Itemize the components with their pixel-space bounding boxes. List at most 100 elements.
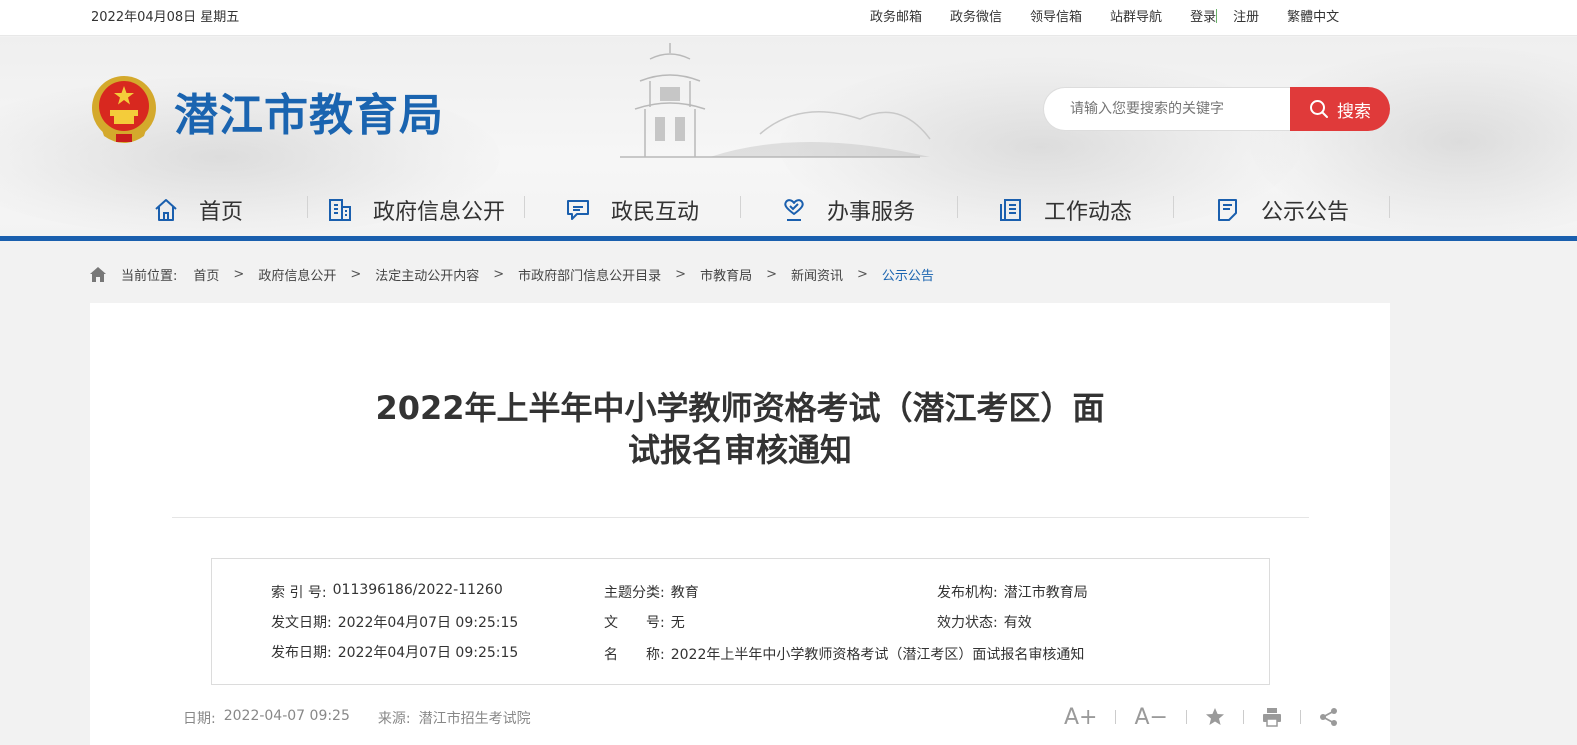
source-value: 潜江市招生考试院: [418, 711, 531, 727]
favorite-button[interactable]: [1205, 707, 1225, 727]
breadcrumb-item[interactable]: 政府信息公开: [258, 265, 336, 284]
star-icon: [1205, 708, 1224, 725]
breadcrumb-separator: >: [857, 266, 868, 282]
meta-doc-no-value: 无: [670, 615, 685, 631]
nav-divider: [307, 196, 308, 218]
meta-name-label: 名 称:: [604, 647, 665, 663]
breadcrumb-separator: >: [233, 266, 245, 282]
nav-item-notices[interactable]: 公示公告: [1215, 188, 1349, 232]
meta-issue-date: 发文日期: 2022年04月07日 09:25:15: [271, 612, 518, 632]
nav-divider: [1389, 196, 1390, 218]
printer-icon: [1262, 708, 1281, 727]
breadcrumb-item[interactable]: 首页: [193, 265, 219, 284]
date-label: 日期:: [183, 711, 216, 727]
breadcrumb-separator: >: [350, 266, 362, 282]
meta-index-label: 索 引 号:: [271, 585, 327, 601]
meta-index-value: 011396186/2022-11260: [332, 582, 503, 598]
meta-name: 名 称: 2022年上半年中小学教师资格考试（潜江考区）面试报名审核通知: [604, 644, 1084, 664]
current-date: 2022年04月08日 星期五: [91, 10, 240, 25]
search-icon: [1310, 100, 1328, 118]
article-card: 2022年上半年中小学教师资格考试（潜江考区）面试报名审核通知 索 引 号: 0…: [90, 303, 1390, 745]
meta-doc-no: 文 号: 无: [604, 612, 685, 632]
chat-icon: [567, 200, 589, 220]
breadcrumb-separator: >: [493, 266, 505, 282]
nav-divider: [740, 196, 741, 218]
date-value: 2022-04-07 09:25: [223, 708, 350, 724]
nav-item-label: 政民互动: [611, 200, 700, 225]
home-icon: [155, 199, 177, 221]
meta-pub-date-value: 2022年04月07日 09:25:15: [337, 645, 519, 661]
print-button[interactable]: [1262, 707, 1282, 727]
meta-category-label: 主题分类:: [604, 585, 665, 601]
breadcrumb-current[interactable]: 公示公告: [882, 265, 934, 284]
document-list-icon: [1000, 199, 1021, 221]
meta-pub-date: 发布日期: 2022年04月07日 09:25:15: [271, 642, 518, 662]
title-divider: [172, 517, 1309, 518]
site-group-nav-link[interactable]: 站群导航: [1110, 6, 1162, 25]
pavilion-illustration: [620, 43, 931, 158]
meta-doc-no-label: 文 号:: [604, 615, 665, 631]
home-icon[interactable]: [89, 265, 107, 283]
article-title: 2022年上半年中小学教师资格考试（潜江考区）面试报名审核通知: [375, 389, 1105, 469]
gov-mail-link[interactable]: 政务邮箱: [870, 6, 922, 25]
leader-mailbox-link[interactable]: 领导信箱: [1030, 6, 1082, 25]
nav-item-gov-info[interactable]: 政府信息公开: [327, 188, 505, 232]
breadcrumb: 当前位置: 首页 > 政府信息公开 > 法定主动公开内容 > 市政府部门信息公开…: [89, 264, 934, 284]
article-info-line: 日期: 2022-04-07 09:25 来源: 潜江市招生考试院: [183, 708, 539, 728]
heart-hand-icon: [784, 199, 804, 221]
toolbar-divider: [1115, 710, 1117, 724]
national-emblem-logo: [92, 76, 156, 143]
meta-category-value: 教育: [670, 585, 699, 601]
share-button[interactable]: [1319, 707, 1339, 727]
traditional-chinese-link[interactable]: 繁體中文: [1287, 6, 1339, 25]
meta-status-value: 有效: [1003, 615, 1032, 631]
nav-divider: [524, 196, 525, 218]
meta-issue-date-label: 发文日期:: [271, 615, 332, 631]
login-link[interactable]: 登录: [1190, 6, 1216, 25]
nav-item-services[interactable]: 办事服务: [781, 188, 915, 232]
article-meta-table: 索 引 号: 011396186/2022-11260 主题分类: 教育 发布机…: [211, 558, 1270, 685]
search-button[interactable]: 搜索: [1290, 87, 1390, 131]
register-link[interactable]: 注册: [1233, 6, 1259, 25]
top-bar: 2022年04月08日 星期五 政务邮箱 政务微信 领导信箱 站群导航 登录 注…: [0, 0, 1577, 36]
nav-item-home[interactable]: 首页: [153, 188, 243, 232]
nav-item-label: 工作动态: [1044, 200, 1133, 225]
nav-item-label: 首页: [199, 200, 244, 225]
breadcrumb-item[interactable]: 法定主动公开内容: [375, 265, 479, 284]
meta-publisher-label: 发布机构:: [937, 585, 998, 601]
nav-divider: [1173, 196, 1174, 218]
login-divider: [1216, 8, 1218, 23]
breadcrumb-item[interactable]: 市政府部门信息公开目录: [518, 265, 661, 284]
meta-pub-date-label: 发布日期:: [271, 645, 332, 661]
nav-item-label: 公示公告: [1261, 200, 1350, 225]
nav-item-interaction[interactable]: 政民互动: [565, 188, 699, 232]
meta-issue-date-value: 2022年04月07日 09:25:15: [337, 615, 519, 631]
share-icon: [1319, 708, 1337, 726]
nav-item-label: 办事服务: [827, 200, 916, 225]
search-input[interactable]: [1043, 87, 1291, 131]
breadcrumb-label: 当前位置:: [121, 268, 178, 284]
meta-publisher: 发布机构: 潜江市教育局: [937, 582, 1088, 602]
top-links: 政务邮箱 政务微信 领导信箱 站群导航 登录 注册 繁體中文: [870, 6, 1367, 25]
main-nav: 首页 政府信息公开 政民互动 办事服务 工作动态 公示公告: [0, 188, 1577, 238]
toolbar-divider: [1242, 710, 1244, 724]
meta-name-value: 2022年上半年中小学教师资格考试（潜江考区）面试报名审核通知: [670, 647, 1085, 663]
breadcrumb-separator: >: [766, 266, 777, 282]
breadcrumb-item[interactable]: 新闻资讯: [791, 265, 843, 284]
breadcrumb-item[interactable]: 市教育局: [700, 265, 752, 284]
gov-wechat-link[interactable]: 政务微信: [950, 6, 1002, 25]
meta-status-label: 效力状态:: [937, 615, 998, 631]
site-title[interactable]: 潜江市教育局: [174, 79, 444, 143]
nav-underline: [0, 236, 1577, 241]
meta-category: 主题分类: 教育: [604, 582, 699, 602]
meta-index: 索 引 号: 011396186/2022-11260: [271, 582, 503, 602]
building-icon: [329, 199, 351, 221]
source-label: 来源:: [377, 711, 411, 727]
nav-item-work-news[interactable]: 工作动态: [998, 188, 1132, 232]
nav-divider: [957, 196, 958, 218]
search-button-label: 搜索: [1337, 101, 1371, 122]
nav-item-label: 政府信息公开: [373, 200, 506, 225]
toolbar-divider: [1185, 710, 1187, 724]
font-increase-button[interactable]: A+: [1064, 705, 1097, 730]
font-decrease-button[interactable]: A−: [1134, 705, 1167, 730]
